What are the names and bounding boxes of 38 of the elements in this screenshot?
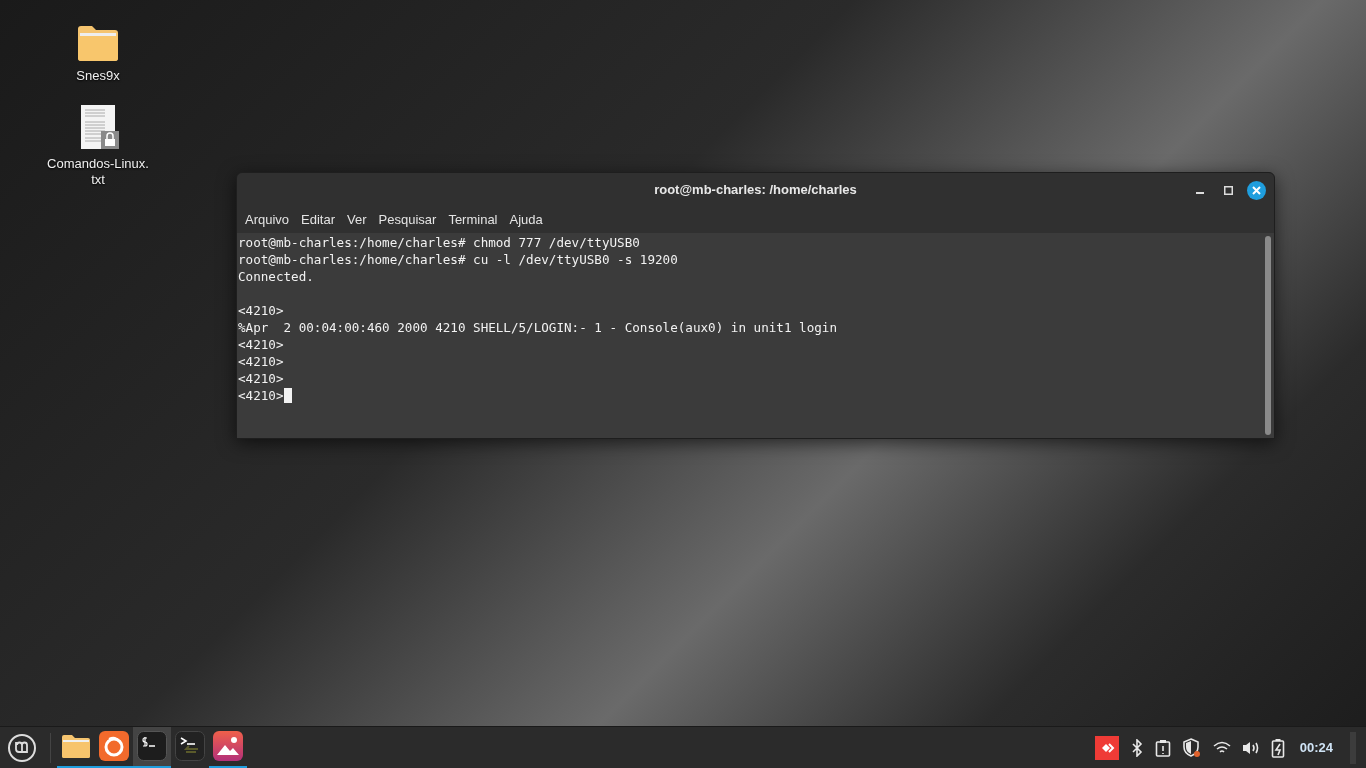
menu-item[interactable]: Pesquisar bbox=[372, 210, 443, 230]
close-icon bbox=[1252, 185, 1261, 195]
menu-item[interactable]: Terminal bbox=[442, 210, 504, 230]
clipboard-alert-icon[interactable] bbox=[1154, 738, 1171, 757]
taskbar-app-button[interactable] bbox=[133, 726, 171, 768]
terminal-line: Connected. bbox=[238, 268, 314, 285]
terminal-line: <4210> bbox=[238, 336, 284, 353]
shield-icon[interactable] bbox=[1181, 737, 1202, 758]
terminal-line: <4210> bbox=[238, 387, 284, 404]
folder-icon[interactable] bbox=[77, 24, 119, 62]
text-cursor bbox=[283, 388, 292, 403]
window-title: root@mb-charles: /home/charles bbox=[654, 181, 857, 200]
maximize-icon bbox=[1223, 185, 1233, 195]
bluetooth-icon[interactable] bbox=[1129, 738, 1144, 757]
terminal-line: %Apr 2 00:04:00:460 2000 4210 SHELL/5/LOGIN:- 1 - Console(aux0) in unit1 login bbox=[238, 319, 837, 336]
photo-viewer-icon bbox=[213, 731, 243, 761]
terminal-icon bbox=[175, 731, 205, 761]
terminal-line: <4210> bbox=[238, 370, 284, 387]
menu-item[interactable]: Editar bbox=[295, 210, 342, 230]
close-button[interactable] bbox=[1247, 180, 1266, 200]
scrollbar[interactable] bbox=[1265, 236, 1271, 435]
folder-icon bbox=[61, 733, 91, 759]
clock[interactable]: 00:24 bbox=[1299, 737, 1333, 758]
menu-item[interactable]: Arquivo bbox=[239, 210, 296, 230]
terminal-line: <4210> bbox=[238, 353, 284, 370]
desktop-icon-label[interactable]: Snes9x bbox=[76, 68, 120, 84]
terminal-line: root@mb-charles:/home/charles# cu -l /dev/ttyUSB0 -s 19200 bbox=[238, 251, 678, 268]
terminal-icon bbox=[137, 731, 167, 761]
remote-desktop-icon[interactable] bbox=[1094, 735, 1119, 760]
terminal-line: <4210> bbox=[238, 302, 284, 319]
battery-charging-icon[interactable] bbox=[1270, 737, 1287, 758]
terminal-line: root@mb-charles:/home/charles# chmod 777 /dev/ttyUSB0 bbox=[238, 234, 640, 251]
volume-icon[interactable] bbox=[1241, 739, 1260, 756]
menu-item[interactable]: Ajuda bbox=[503, 210, 549, 230]
desktop-icon-label[interactable]: Comandos-Linux. txt bbox=[47, 156, 149, 188]
wifi-icon[interactable] bbox=[1212, 740, 1231, 755]
menu-item[interactable]: Ver bbox=[341, 210, 373, 230]
minimize-icon bbox=[1196, 192, 1204, 194]
